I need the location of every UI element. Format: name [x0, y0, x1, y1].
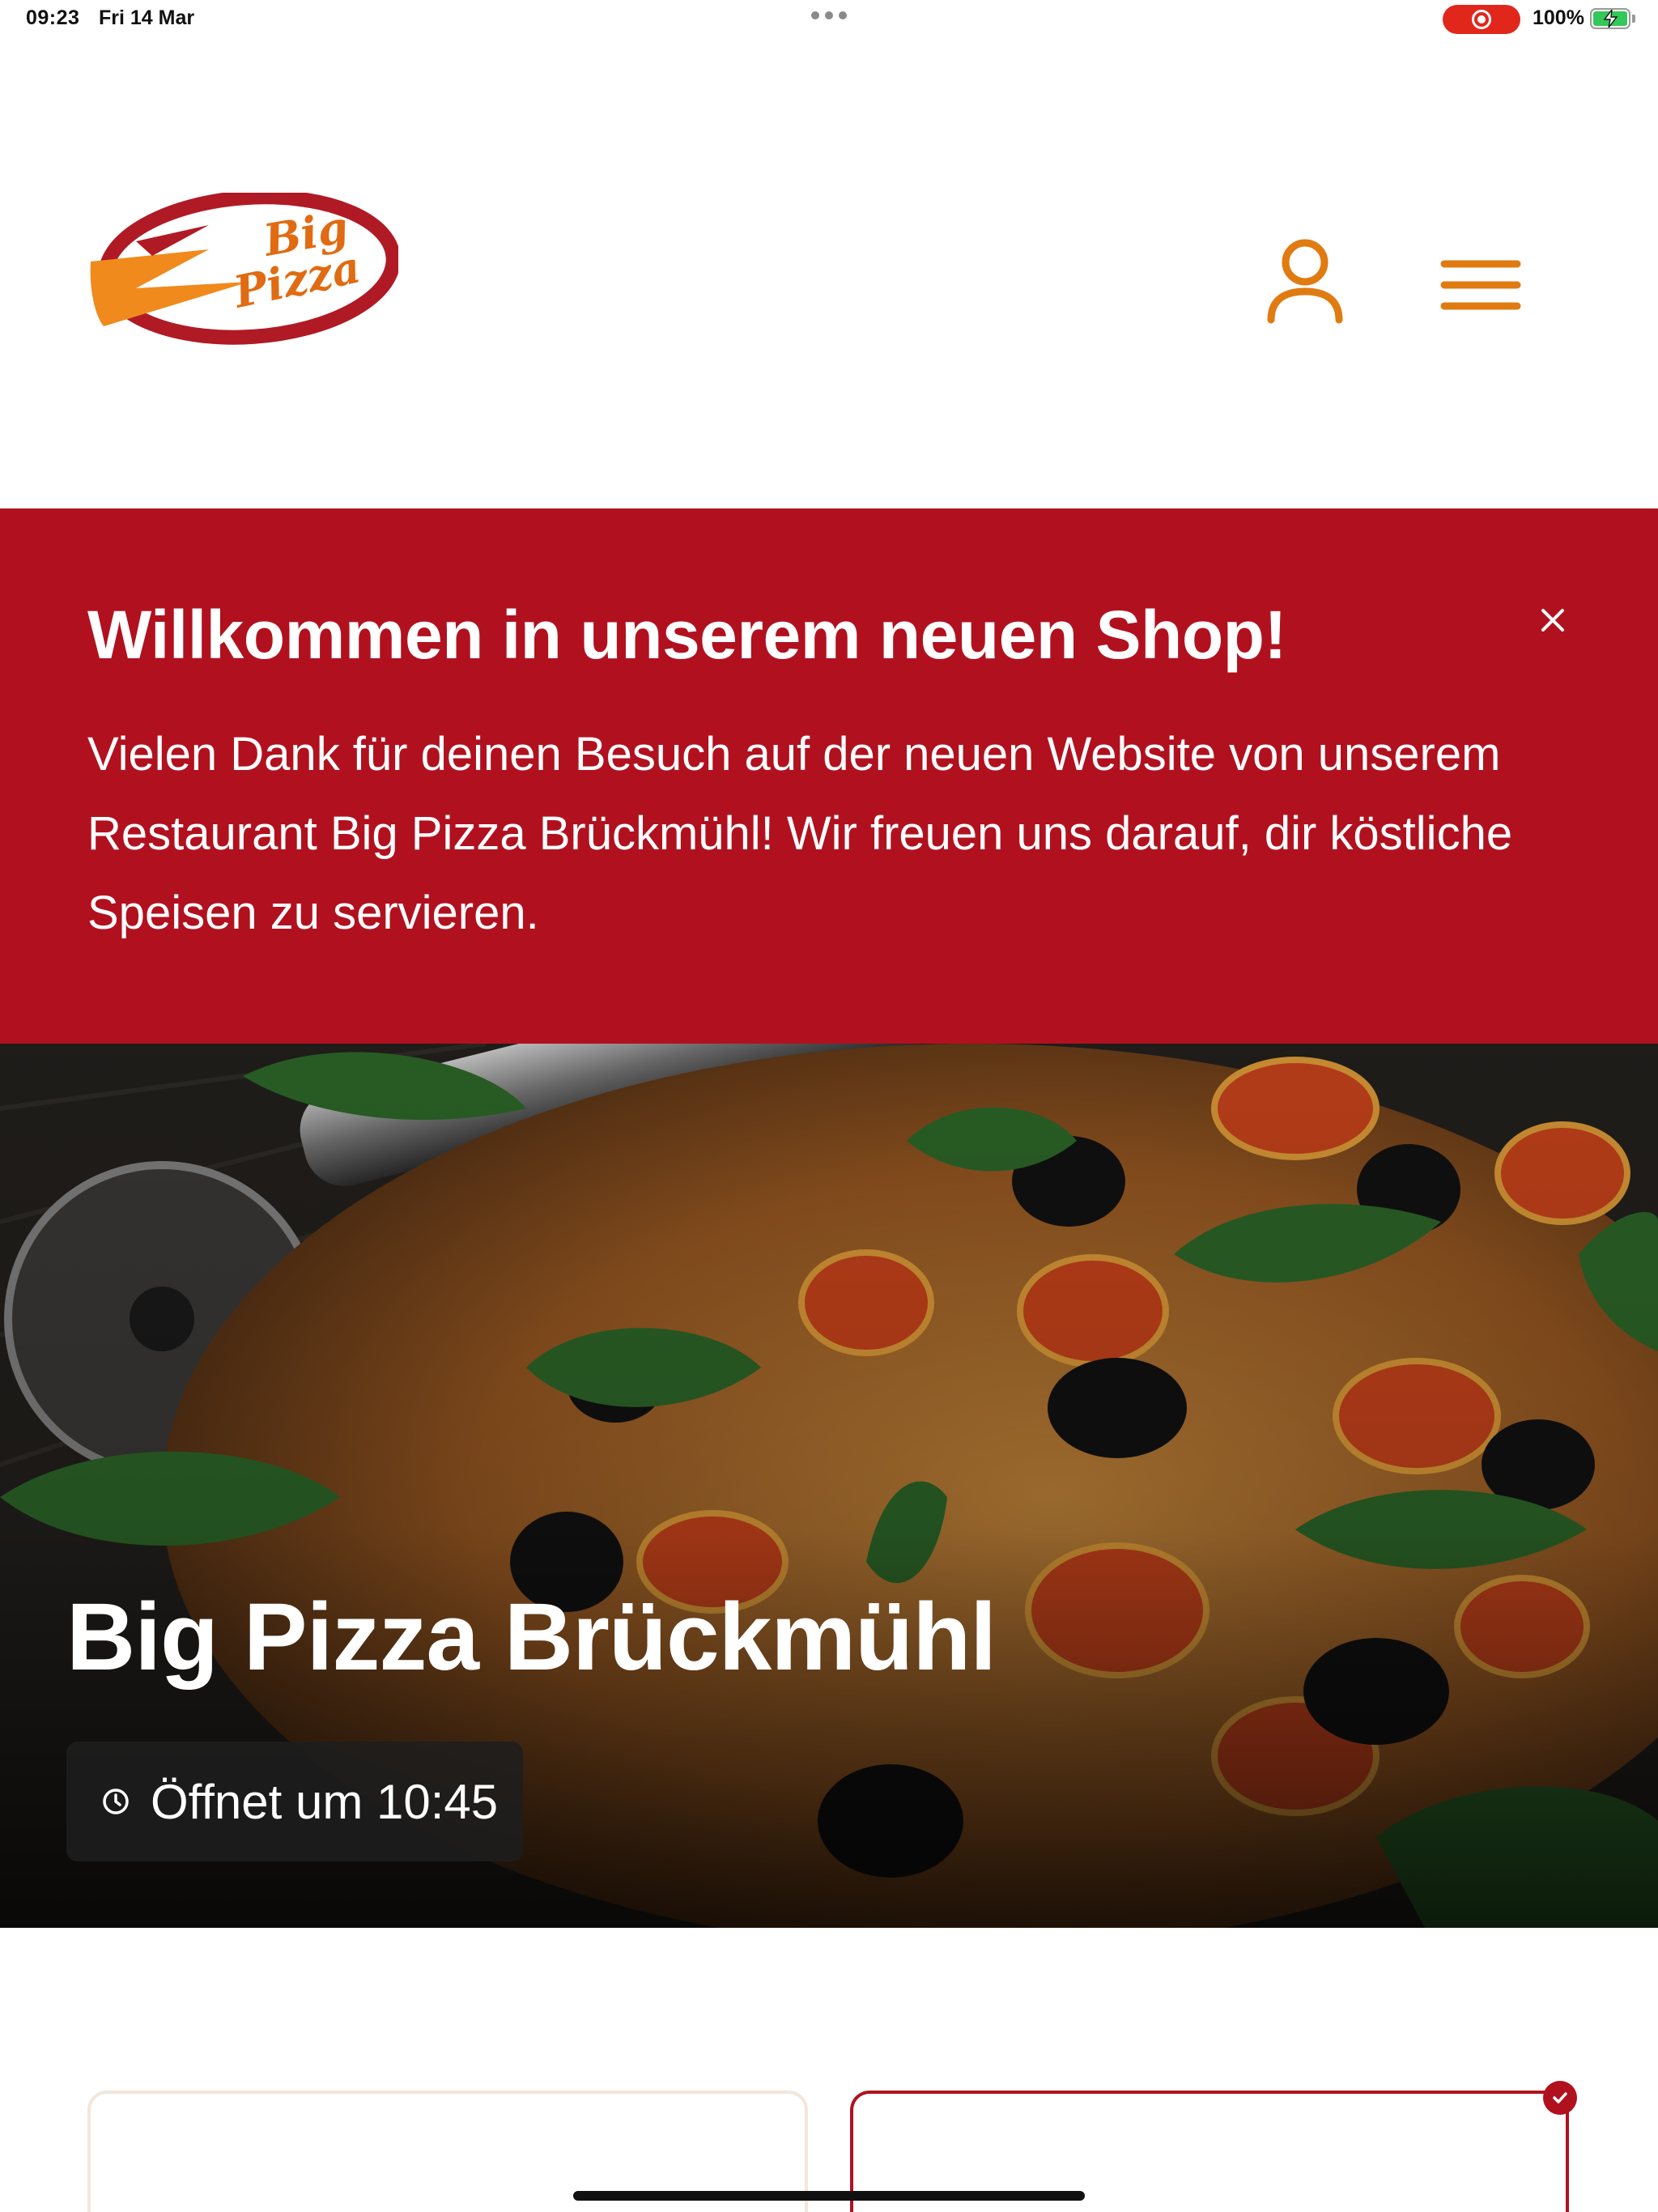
welcome-banner: Willkommen in unserem neuen Shop! Vielen… [0, 508, 1658, 1044]
restaurant-name: Big Pizza Brückmühl [66, 1584, 997, 1691]
big-pizza-logo[interactable]: Big Pizza [87, 189, 401, 347]
home-indicator[interactable] [573, 2191, 1085, 2201]
battery-percentage: 100% [1533, 6, 1584, 29]
screen-recording-icon [1443, 5, 1520, 34]
clock-icon [103, 1789, 129, 1814]
close-icon [1541, 609, 1564, 632]
menu-button[interactable] [1433, 241, 1530, 338]
banner-text: Vielen Dank für deinen Besuch auf der ne… [87, 728, 1513, 939]
hamburger-menu-icon [1440, 260, 1521, 310]
banner-title: Willkommen in unserem neuen Shop! [87, 597, 1286, 673]
site-header: Big Pizza [0, 39, 1658, 508]
opening-hours-text: Öffnet um 10:45 [151, 1774, 499, 1829]
banner-close-button[interactable] [1530, 598, 1575, 643]
status-time: 09:23 [26, 6, 80, 29]
opening-hours-badge: Öffnet um 10:45 [66, 1742, 523, 1861]
checkmark-icon [1543, 2081, 1577, 2115]
account-button[interactable] [1256, 227, 1354, 332]
battery-icon [1590, 8, 1630, 29]
hero-section: Big Pizza Brückmühl Öffnet um 10:45 [0, 1044, 1658, 1928]
user-icon [1267, 239, 1343, 324]
status-date: Fri 14 Mar [99, 6, 195, 29]
battery-cap [1632, 15, 1635, 23]
multitasking-dots-icon[interactable] [811, 11, 847, 19]
status-bar: 09:23 Fri 14 Mar 100% [0, 0, 1658, 39]
